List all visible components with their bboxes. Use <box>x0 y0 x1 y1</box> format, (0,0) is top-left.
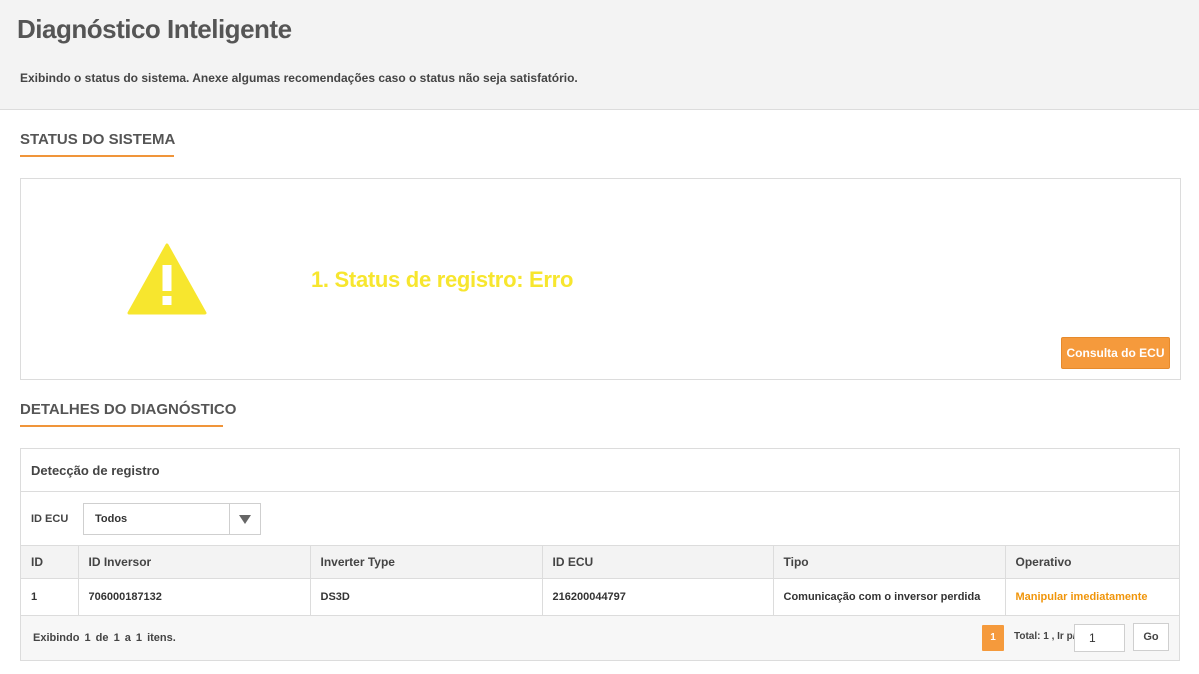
diagnostic-table: ID ID Inversor Inverter Type ID ECU Tipo… <box>21 545 1179 616</box>
column-header-operation[interactable]: Operativo <box>1005 545 1179 579</box>
details-section-title: DETALHES DO DIAGNÓSTICO <box>20 401 237 418</box>
cell-inverter-type: DS3D <box>310 578 543 616</box>
warning-icon <box>127 243 207 315</box>
go-button[interactable]: Go <box>1133 623 1169 651</box>
cell-operation: Manipular imediatamente <box>1005 578 1179 616</box>
handle-now-link[interactable]: Manipular imediatamente <box>1016 591 1148 603</box>
details-section-underline <box>20 425 223 427</box>
status-section-title: STATUS DO SISTEMA <box>20 131 176 148</box>
cell-inverter-id: 706000187132 <box>78 578 311 616</box>
goto-page-input[interactable] <box>1074 624 1125 652</box>
pagination-total: Total: 1 , Ir p/ <box>1014 631 1076 642</box>
status-section-underline <box>20 155 174 157</box>
panel-title: Detecção de registro <box>31 463 160 478</box>
cell-ecu-id: 216200044797 <box>542 578 774 616</box>
ecu-filter-value: Todos <box>95 513 128 525</box>
cell-type: Comunicação com o inversor perdida <box>773 578 1006 616</box>
column-header-type[interactable]: Tipo <box>773 545 1006 579</box>
pagination-bar: Exibindo 1 de 1 a 1 itens. 1 Total: 1 , … <box>21 616 1179 660</box>
column-header-id[interactable]: ID <box>21 545 79 579</box>
status-message: 1. Status de registro: Erro <box>311 267 574 292</box>
ecu-filter-select[interactable]: Todos <box>83 503 261 535</box>
column-header-inverter-id[interactable]: ID Inversor <box>78 545 311 579</box>
status-panel: 1. Status de registro: Erro Consulta do … <box>20 178 1181 380</box>
page-subtitle: Exibindo o status do sistema. Anexe algu… <box>20 71 578 85</box>
table-header-row: ID ID Inversor Inverter Type ID ECU Tipo… <box>21 545 1179 579</box>
table-row: 1 706000187132 DS3D 216200044797 Comunic… <box>21 578 1179 616</box>
page-1-button[interactable]: 1 <box>982 625 1004 651</box>
panel-header: Detecção de registro <box>21 449 1179 492</box>
page-title: Diagnóstico Inteligente <box>17 14 292 44</box>
column-header-ecu-id[interactable]: ID ECU <box>542 545 774 579</box>
pagination-info: Exibindo 1 de 1 a 1 itens. <box>33 632 176 644</box>
ecu-query-button[interactable]: Consulta do ECU <box>1061 337 1170 369</box>
ecu-filter-label: ID ECU <box>31 513 69 525</box>
cell-id: 1 <box>21 578 79 616</box>
page-header: Diagnóstico Inteligente Exibindo o statu… <box>0 0 1199 110</box>
registration-detection-panel: Detecção de registro ID ECU Todos ID ID … <box>20 448 1180 661</box>
chevron-down-icon[interactable] <box>229 504 260 534</box>
column-header-inverter-type[interactable]: Inverter Type <box>310 545 543 579</box>
